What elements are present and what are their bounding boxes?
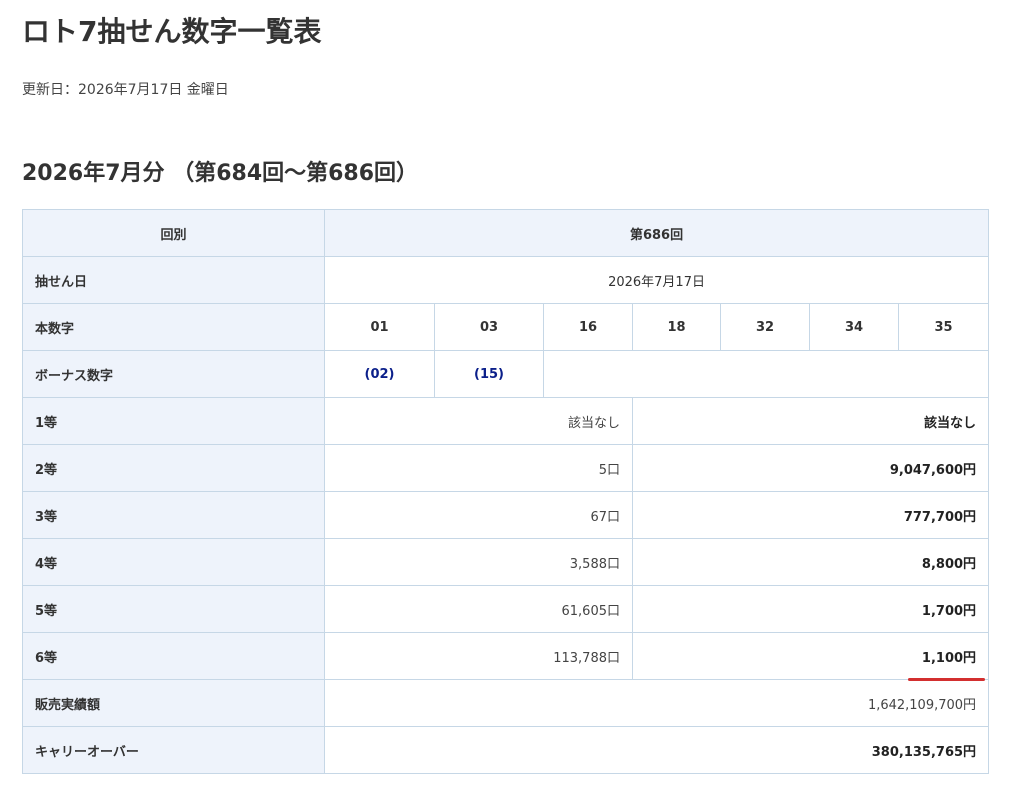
prize-row-6: 6等 113,788口 1,100円 xyxy=(22,632,990,680)
prize-label: 1等 xyxy=(22,397,325,445)
bonus-number: (02) xyxy=(324,350,435,398)
prize-count: 67口 xyxy=(324,491,633,539)
prize-amount: 該当なし xyxy=(631,397,990,445)
prize-amount: 777,700円 xyxy=(631,491,990,539)
sales-label: 販売実績額 xyxy=(22,679,325,727)
prize-count: 5口 xyxy=(324,444,633,492)
main-numbers-row: 本数字 01 03 16 18 32 34 35 xyxy=(22,303,990,351)
prize-count: 113,788口 xyxy=(324,632,633,680)
main-number: 01 xyxy=(324,303,435,351)
draw-date-label: 抽せん日 xyxy=(22,256,325,304)
sales-row: 販売実績額 1,642,109,700円 xyxy=(22,679,990,727)
round-header-label: 回別 xyxy=(22,209,325,257)
prize-row-2: 2等 5口 9,047,600円 xyxy=(22,444,990,492)
main-number: 16 xyxy=(543,303,633,351)
prize-label: 4等 xyxy=(22,538,325,586)
bonus-empty-cell xyxy=(542,350,990,398)
prize-label: 3等 xyxy=(22,491,325,539)
main-number: 18 xyxy=(632,303,721,351)
page-title: ロト7抽せん数字一覧表 xyxy=(22,15,322,48)
main-number: 35 xyxy=(897,303,990,351)
main-number: 32 xyxy=(720,303,810,351)
draw-date-value: 2026年7月17日 xyxy=(323,256,990,304)
main-number: 34 xyxy=(809,303,899,351)
bonus-numbers-label: ボーナス数字 xyxy=(22,350,325,398)
prize-row-4: 4等 3,588口 8,800円 xyxy=(22,538,990,586)
prize-label: 5等 xyxy=(22,585,325,633)
prize-amount: 1,100円 xyxy=(631,632,990,680)
prize-amount: 1,700円 xyxy=(631,585,990,633)
prize-count: 該当なし xyxy=(324,397,633,445)
prize-count: 61,605口 xyxy=(324,585,633,633)
carryover-value: 380,135,765円 xyxy=(323,726,990,774)
round-header-value: 第686回 xyxy=(323,209,990,257)
prize-amount: 8,800円 xyxy=(631,538,990,586)
carryover-row: キャリーオーバー 380,135,765円 xyxy=(22,726,990,774)
prize-row-3: 3等 67口 777,700円 xyxy=(22,491,990,539)
draw-date-row: 抽せん日 2026年7月17日 xyxy=(22,256,990,304)
sales-value: 1,642,109,700円 xyxy=(323,679,990,727)
prize-row-5: 5等 61,605口 1,700円 xyxy=(22,585,990,633)
prize-row-1: 1等 該当なし 該当なし xyxy=(22,397,990,445)
results-table: 回別 第686回 抽せん日 2026年7月17日 本数字 01 03 16 18… xyxy=(22,209,990,774)
table-header-row: 回別 第686回 xyxy=(22,209,990,257)
highlight-underline xyxy=(908,678,985,681)
bonus-number: (15) xyxy=(434,350,544,398)
prize-label: 6等 xyxy=(22,632,325,680)
updated-date: 更新日：2026年7月17日 金曜日 xyxy=(22,82,229,98)
prize-label: 2等 xyxy=(22,444,325,492)
section-title: 2026年7月分 （第684回〜第686回） xyxy=(22,161,419,186)
prize-amount: 9,047,600円 xyxy=(631,444,990,492)
bonus-numbers-row: ボーナス数字 (02) (15) xyxy=(22,350,990,398)
carryover-label: キャリーオーバー xyxy=(22,726,325,774)
prize-count: 3,588口 xyxy=(324,538,633,586)
main-number: 03 xyxy=(434,303,544,351)
main-numbers-label: 本数字 xyxy=(22,303,325,351)
